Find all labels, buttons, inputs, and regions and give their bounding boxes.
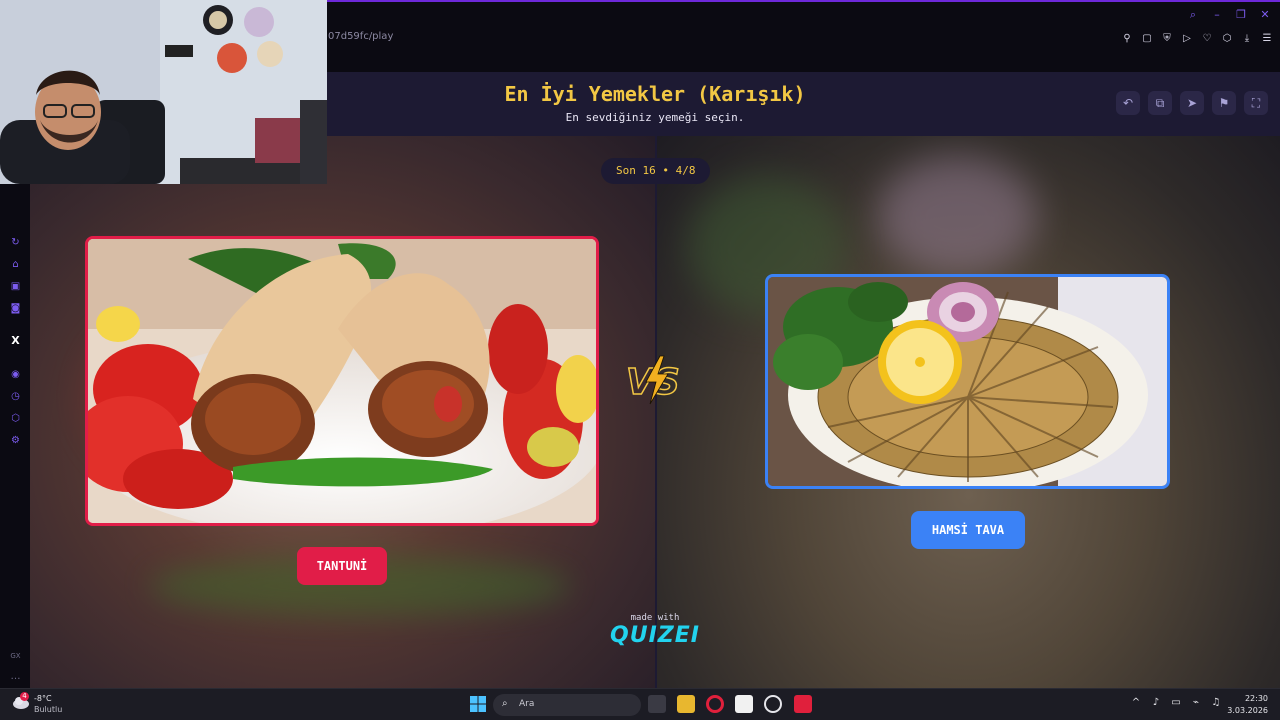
game-stage: Son 16 • 4/8 TANTUNİ VS HAMSİ TAVA made … — [30, 136, 1280, 688]
file-explorer-icon[interactable] — [677, 695, 695, 713]
report-button[interactable]: ⚑ — [1212, 91, 1236, 115]
chevron-up-icon[interactable]: ^ — [1130, 697, 1142, 708]
hamsi-tava-image — [768, 277, 1167, 486]
weather-description[interactable]: Bulutlu — [34, 705, 62, 714]
more-icon[interactable]: … — [9, 670, 22, 683]
header-actions: ↶ ⧉ ➤ ⚑ ⛶ — [1116, 91, 1268, 115]
play-icon[interactable]: ▷ — [1180, 32, 1194, 46]
send-button[interactable]: ➤ — [1180, 91, 1204, 115]
webcam-overlay — [0, 0, 327, 184]
search-icon[interactable]: ⌕ — [1186, 8, 1200, 22]
fullscreen-button[interactable]: ⛶ — [1244, 91, 1268, 115]
flag-icon: ⚑ — [1218, 96, 1230, 110]
pin-icon[interactable]: ⚲ — [1120, 32, 1134, 46]
instagram-icon[interactable]: ▣ — [9, 280, 22, 293]
refresh-icon[interactable]: ↻ — [9, 236, 22, 249]
extension-icons: ⚲ ▢ ⛨ ▷ ♡ ⬡ ⤓ ☰ — [1120, 32, 1274, 46]
player-icon[interactable]: ◉ — [9, 368, 22, 381]
search-placeholder: Ara — [519, 699, 535, 709]
network-icon[interactable]: ⌁ — [1190, 697, 1202, 708]
undo-button[interactable]: ↶ — [1116, 91, 1140, 115]
app-icon[interactable] — [764, 695, 782, 713]
close-icon[interactable]: ✕ — [1258, 8, 1272, 22]
messenger-icon[interactable]: ◙ — [9, 302, 22, 315]
gamepad-icon[interactable]: ⌂ — [9, 258, 22, 271]
download-icon[interactable]: ⤓ — [1240, 32, 1254, 46]
weather-temperature[interactable]: -8°C — [34, 694, 52, 703]
windows-taskbar: 4 -8°C Bulutlu ⌕ Ara ^ ♪ ▭ ⌁ ♫ 22:30 3.0… — [0, 688, 1280, 720]
task-view-icon[interactable] — [648, 695, 666, 713]
system-tray: ^ ♪ ▭ ⌁ ♫ — [1130, 697, 1222, 708]
hamsi-tava-choice-button[interactable]: HAMSİ TAVA — [911, 511, 1025, 549]
windows-start-icon[interactable] — [469, 695, 487, 713]
volume-icon[interactable]: ♫ — [1210, 697, 1222, 708]
made-with-label: made with — [630, 613, 680, 623]
taskbar-search[interactable]: ⌕ Ara — [493, 694, 641, 716]
heart-icon[interactable]: ♡ — [1200, 32, 1214, 46]
clock-date[interactable]: 3.03.2026 — [1227, 706, 1268, 715]
webcam-video — [0, 0, 327, 184]
fullscreen-icon: ⛶ — [1251, 96, 1261, 110]
tantuni-choice-button[interactable]: TANTUNİ — [297, 547, 387, 585]
minimize-icon[interactable]: – — [1210, 8, 1224, 22]
snapshot-icon[interactable]: ▢ — [1140, 32, 1154, 46]
vs-icon: VS — [625, 355, 681, 405]
extensions-sidebar-icon[interactable]: ⬡ — [9, 412, 22, 425]
address-bar-url[interactable]: 07d59fc/play — [328, 31, 393, 42]
center-divider — [655, 136, 657, 688]
history-icon[interactable]: ◷ — [9, 390, 22, 403]
extensions-icon[interactable]: ⬡ — [1220, 32, 1234, 46]
gx-logo-icon[interactable]: GX — [9, 650, 22, 663]
display-icon[interactable]: ▭ — [1170, 697, 1182, 708]
right-choice-card[interactable] — [765, 274, 1170, 489]
x-twitter-icon[interactable]: X — [9, 334, 22, 347]
screen: 07d59fc/play ⌕ – ❐ ✕ ⚲ ▢ ⛨ ▷ ♡ ⬡ ⤓ ☰ ↻ ⌂… — [0, 0, 1280, 720]
share-icon: ⧉ — [1155, 96, 1165, 110]
notification-badge: 4 — [20, 692, 29, 701]
share-button[interactable]: ⧉ — [1148, 91, 1172, 115]
microsoft-store-icon[interactable] — [735, 695, 753, 713]
pinned-app-icon[interactable] — [794, 695, 812, 713]
settings-icon[interactable]: ⚙ — [9, 434, 22, 447]
maximize-icon[interactable]: ❐ — [1234, 8, 1248, 22]
round-indicator: Son 16 • 4/8 — [601, 158, 711, 184]
undo-icon: ↶ — [1122, 96, 1134, 110]
shield-icon[interactable]: ⛨ — [1160, 32, 1174, 46]
window-controls: ⌕ – ❐ ✕ — [1186, 8, 1272, 22]
tantuni-image — [88, 239, 596, 523]
clock-time[interactable]: 22:30 — [1245, 694, 1268, 703]
send-icon: ➤ — [1186, 96, 1198, 110]
left-choice-card[interactable] — [85, 236, 599, 526]
opera-gx-icon[interactable] — [706, 695, 724, 713]
quizei-logo[interactable]: QUIZEI — [600, 623, 710, 648]
microphone-icon[interactable]: ♪ — [1150, 697, 1162, 708]
search-icon: ⌕ — [502, 698, 508, 709]
menu-icon[interactable]: ☰ — [1260, 32, 1274, 46]
